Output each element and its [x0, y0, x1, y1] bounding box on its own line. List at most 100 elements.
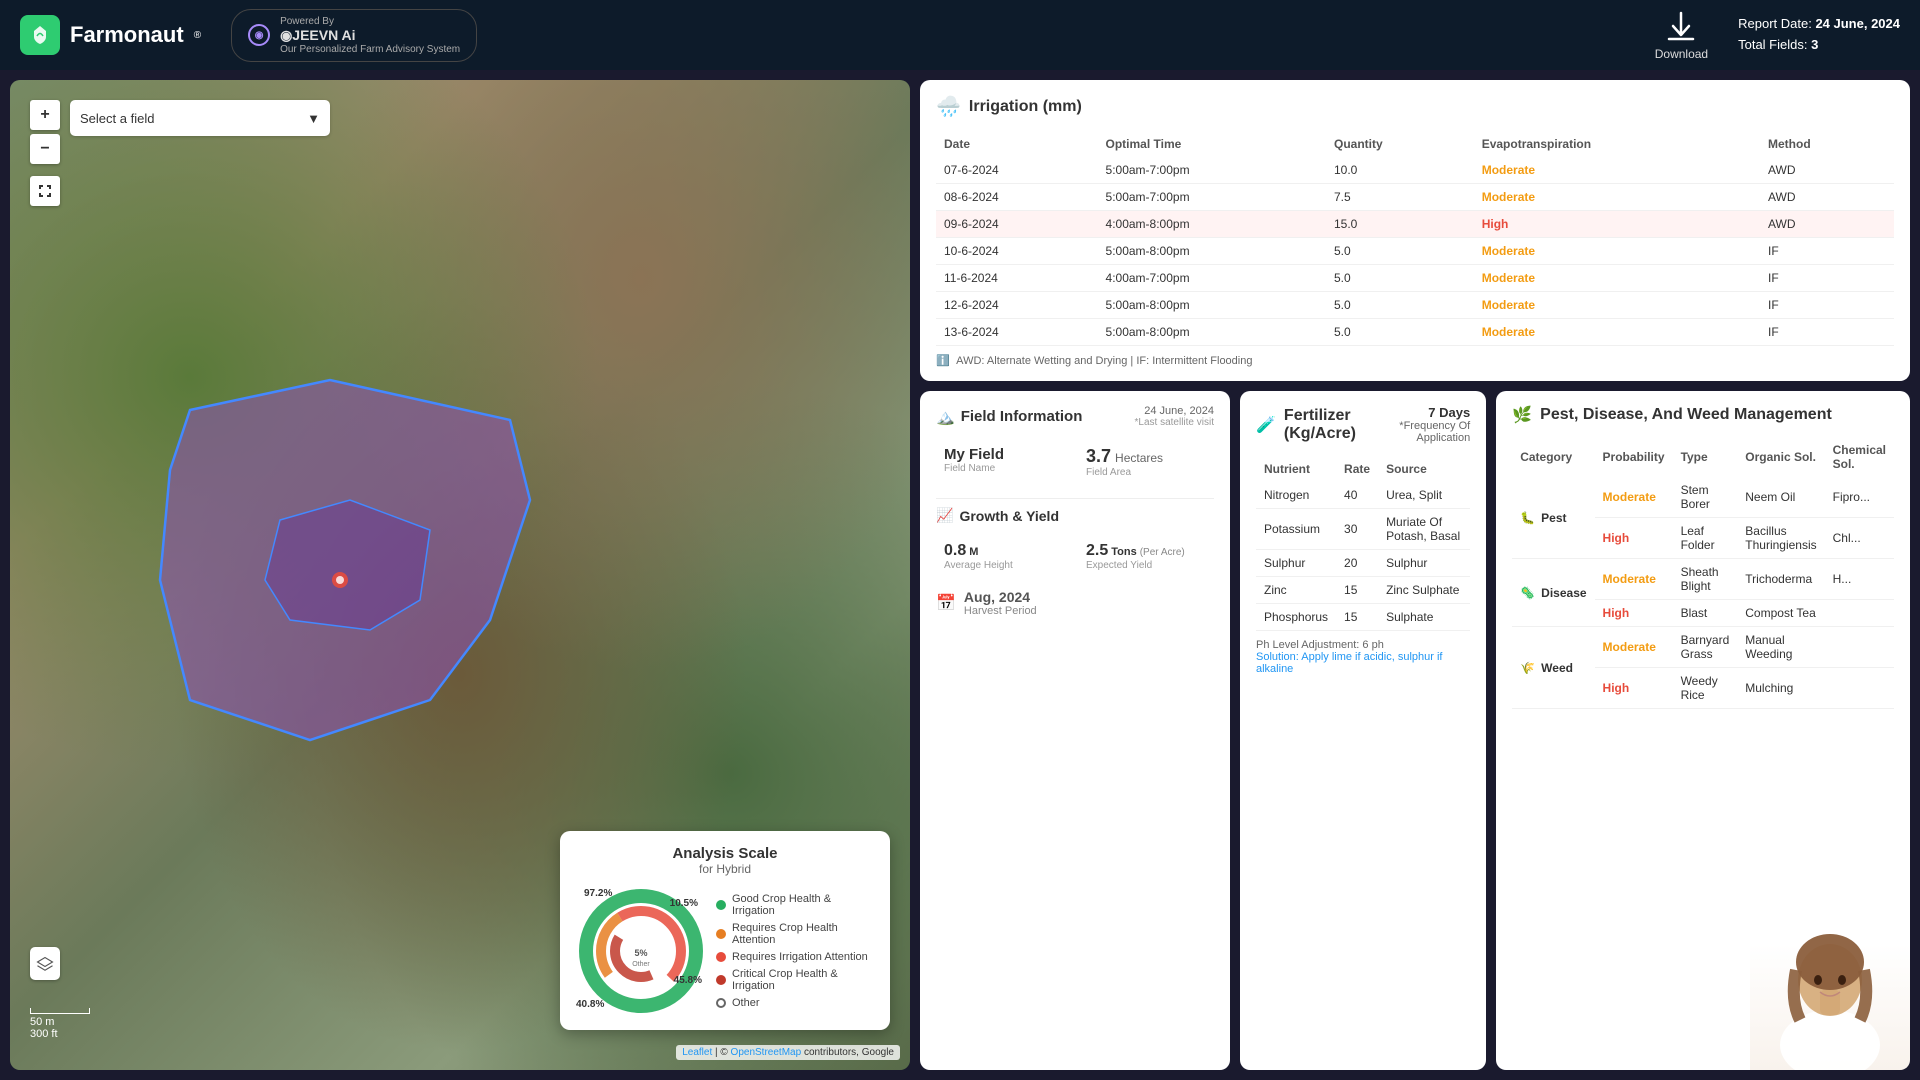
- category-icon: 🐛: [1520, 511, 1535, 525]
- field-area-value: 3.7: [1086, 446, 1111, 467]
- irr-time: 5:00am-8:00pm: [1098, 319, 1326, 346]
- pest-prob: High: [1595, 668, 1673, 709]
- growth-grid: 0.8 M Average Height 2.5 Tons (Per Acre)…: [936, 534, 1214, 579]
- avatar-bg: [1750, 890, 1910, 1070]
- fert-row: Nitrogen 40 Urea, Split: [1256, 482, 1470, 509]
- fert-nutrient: Phosphorus: [1256, 604, 1336, 631]
- legend-item-good: Good Crop Health & Irrigation: [716, 893, 874, 917]
- legend-dot-critical: [716, 975, 726, 985]
- zoom-out-button[interactable]: −: [30, 134, 60, 164]
- legend-item-critical: Critical Crop Health & Irrigation: [716, 968, 874, 992]
- irrigation-row: 08-6-2024 5:00am-7:00pm 7.5 Moderate AWD: [936, 184, 1894, 211]
- col-method: Method: [1760, 131, 1894, 157]
- fert-col-source: Source: [1378, 456, 1470, 482]
- field-date-area: 24 June, 2024 *Last satellite visit: [1135, 405, 1214, 428]
- field-name-card: My Field Field Name: [936, 438, 1072, 486]
- leaflet-link[interactable]: Leaflet: [682, 1047, 712, 1058]
- field-panel-header: 🏔️ Field Information 24 June, 2024 *Last…: [936, 405, 1214, 428]
- pest-chemical: [1825, 600, 1894, 627]
- growth-title-text: Growth & Yield: [959, 508, 1059, 524]
- irrigation-note: ℹ️ AWD: Alternate Wetting and Drying | I…: [936, 354, 1894, 367]
- fert-nutrient: Nitrogen: [1256, 482, 1336, 509]
- yield-per: (Per Acre): [1140, 547, 1185, 558]
- fert-footer: Ph Level Adjustment: 6 ph Solution: Appl…: [1256, 639, 1470, 675]
- field-area-card: 3.7 Hectares Field Area: [1078, 438, 1214, 486]
- irrigation-row: 12-6-2024 5:00am-8:00pm 5.0 Moderate IF: [936, 292, 1894, 319]
- advisory-label: Our Personalized Farm Advisory System: [280, 44, 460, 55]
- yield-value-group: 2.5 Tons (Per Acre): [1086, 542, 1206, 560]
- fullscreen-button[interactable]: [30, 176, 60, 206]
- field-info-title: Field Information: [961, 408, 1083, 425]
- irr-time: 5:00am-8:00pm: [1098, 292, 1326, 319]
- download-icon: [1663, 9, 1699, 45]
- legend-label-crop: Requires Crop Health Attention: [732, 922, 874, 946]
- analysis-content: 5% Other 97.2% 10.5% 45.8% 40.8% Good Cr…: [576, 886, 874, 1016]
- yield-unit: Tons: [1111, 546, 1136, 558]
- field-area-label: Field Area: [1086, 467, 1206, 478]
- irr-time: 5:00am-8:00pm: [1098, 238, 1326, 265]
- irr-method: IF: [1760, 265, 1894, 292]
- fert-freq-days: 7 Days: [1379, 405, 1470, 420]
- map-scale: 50 m 300 ft: [30, 1008, 90, 1040]
- pest-chemical: [1825, 668, 1894, 709]
- fert-freq-label: *Frequency Of Application: [1379, 420, 1470, 444]
- irr-evapo: Moderate: [1474, 292, 1760, 319]
- total-fields-label: Total Fields:: [1738, 37, 1807, 52]
- fert-nutrient: Sulphur: [1256, 550, 1336, 577]
- harvest-period: 📅 Aug, 2024 Harvest Period: [936, 589, 1214, 617]
- pest-prob: Moderate: [1595, 627, 1673, 668]
- pest-col-organic: Organic Sol.: [1737, 437, 1824, 477]
- irr-method: IF: [1760, 319, 1894, 346]
- last-visit: *Last satellite visit: [1135, 417, 1214, 428]
- col-date: Date: [936, 131, 1098, 157]
- irr-evapo: Moderate: [1474, 184, 1760, 211]
- info-icon: ℹ️: [936, 355, 950, 367]
- brand-name: Farmonaut: [70, 22, 184, 48]
- height-value: 0.8: [944, 542, 966, 560]
- pest-organic: Bacillus Thuringiensis: [1737, 518, 1824, 559]
- layer-button[interactable]: [30, 947, 60, 980]
- field-select[interactable]: Select a field ▼: [70, 100, 330, 136]
- irrigation-row: 13-6-2024 5:00am-8:00pm 5.0 Moderate IF: [936, 319, 1894, 346]
- category-icon: 🦠: [1520, 586, 1535, 600]
- download-area[interactable]: Download: [1655, 9, 1708, 61]
- irrigation-header-row: Date Optimal Time Quantity Evapotranspir…: [936, 131, 1894, 157]
- analysis-popup: Analysis Scale for Hybrid 5%: [560, 831, 890, 1030]
- growth-icon: 📈: [936, 507, 953, 524]
- zoom-in-button[interactable]: +: [30, 100, 60, 130]
- pest-type: Sheath Blight: [1673, 559, 1738, 600]
- harvest-icon: 📅: [936, 593, 956, 613]
- field-name-label: Field Name: [944, 463, 1064, 474]
- irr-qty: 5.0: [1326, 265, 1474, 292]
- fert-header: 🧪 Fertilizer (Kg/Acre) 7 Days *Frequency…: [1256, 405, 1470, 444]
- fert-source: Urea, Split: [1378, 482, 1470, 509]
- irr-method: AWD: [1760, 211, 1894, 238]
- fert-col-nutrient: Nutrient: [1256, 456, 1336, 482]
- irr-evapo: Moderate: [1474, 319, 1760, 346]
- pest-panel: 🌿 Pest, Disease, And Weed Management Cat…: [1496, 391, 1910, 1070]
- pest-header-row: Category Probability Type Organic Sol. C…: [1512, 437, 1894, 477]
- ph-note: Ph Level Adjustment: 6 ph: [1256, 639, 1384, 651]
- osm-link[interactable]: OpenStreetMap: [731, 1047, 802, 1058]
- pest-chemical: Chl...: [1825, 518, 1894, 559]
- irr-qty: 5.0: [1326, 319, 1474, 346]
- pest-prob: Moderate: [1595, 477, 1673, 518]
- irrigation-title-text: Irrigation (mm): [969, 98, 1082, 116]
- logo-area: Farmonaut ®: [20, 15, 201, 55]
- pest-row: 🌾 Weed Moderate Barnyard Grass Manual We…: [1512, 627, 1894, 668]
- col-evapo: Evapotranspiration: [1474, 131, 1760, 157]
- irr-qty: 7.5: [1326, 184, 1474, 211]
- fert-rate: 40: [1336, 482, 1378, 509]
- irrigation-note-text: AWD: Alternate Wetting and Drying | IF: …: [956, 355, 1252, 367]
- pest-organic: Compost Tea: [1737, 600, 1824, 627]
- analysis-title: Analysis Scale: [576, 845, 874, 862]
- legend-label-irr: Requires Irrigation Attention: [732, 951, 868, 963]
- irr-method: IF: [1760, 292, 1894, 319]
- height-value-group: 0.8 M: [944, 542, 1064, 560]
- irr-qty: 5.0: [1326, 292, 1474, 319]
- pct-972: 97.2%: [584, 888, 612, 899]
- scale-meters: 50 m: [30, 1016, 90, 1028]
- pest-row: 🦠 Disease Moderate Sheath Blight Trichod…: [1512, 559, 1894, 600]
- pct-105: 10.5%: [670, 898, 698, 909]
- fert-nutrient: Zinc: [1256, 577, 1336, 604]
